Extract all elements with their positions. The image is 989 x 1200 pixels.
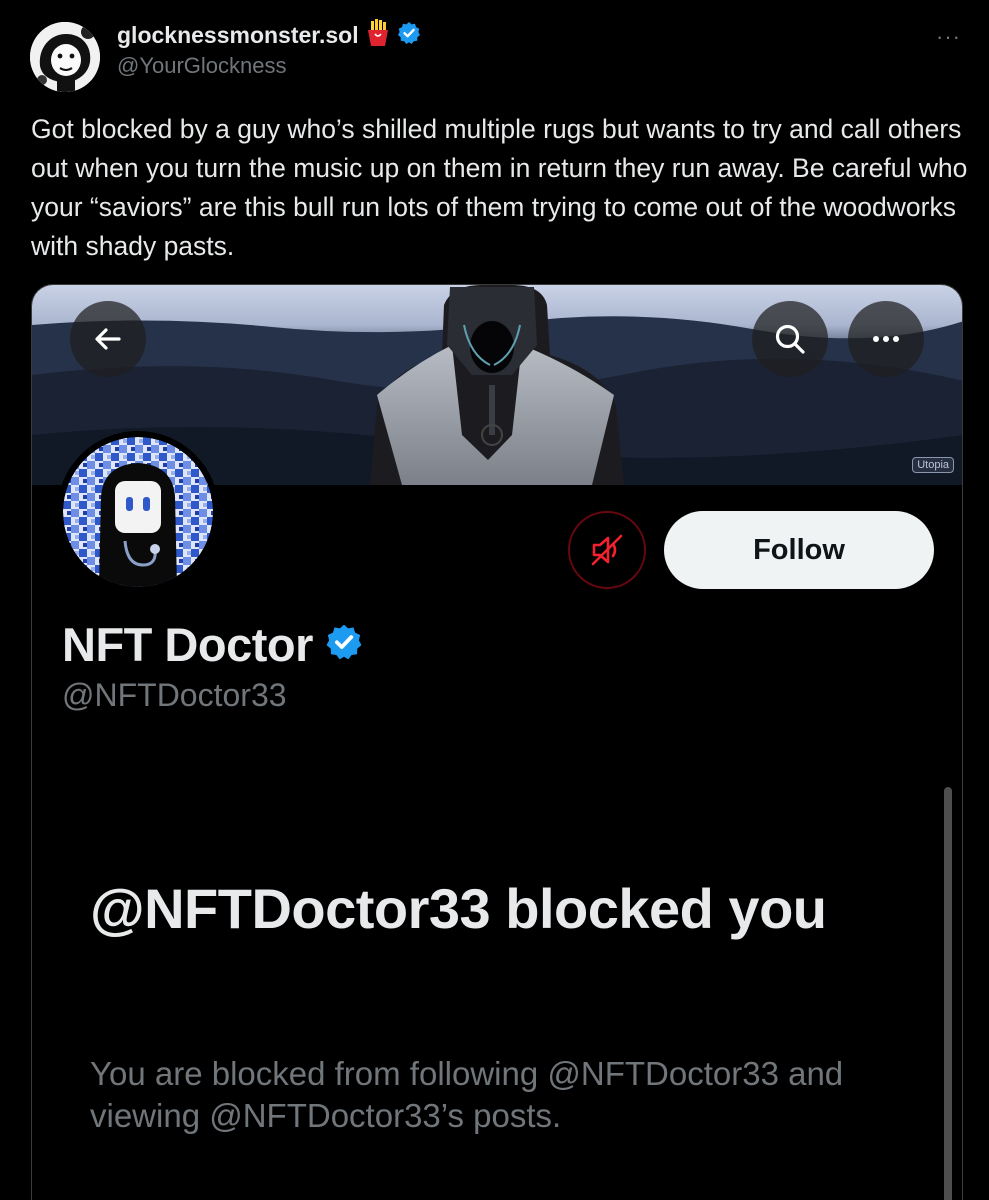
search-button[interactable] [752, 301, 828, 377]
blocked-subtitle: You are blocked from following @NFTDocto… [90, 1055, 844, 1134]
fries-emoji-icon [365, 18, 391, 52]
more-horizontal-icon [873, 336, 899, 342]
search-icon [775, 324, 805, 354]
speaker-muted-icon [591, 534, 623, 566]
profile-name-row: NFT Doctor [62, 613, 363, 675]
blocked-title: @NFTDoctor33 blocked you [90, 877, 827, 940]
arrow-left-icon [95, 328, 121, 350]
banner-watermark: Utopia [912, 457, 954, 473]
back-button[interactable] [70, 301, 146, 377]
more-options-button[interactable]: ··· [936, 24, 961, 50]
author-name[interactable]: glocknessmonster.sol [117, 22, 359, 49]
tweet-text: Got blocked by a guy who’s shilled multi… [31, 114, 968, 261]
attached-image[interactable]: Utopia Follow NFT Doctor @NFTDoctor33 @N… [31, 284, 963, 1200]
author-name-row[interactable]: glocknessmonster.sol [117, 18, 421, 52]
verified-badge-icon [325, 623, 363, 666]
unmute-button[interactable] [568, 511, 646, 589]
scrollbar-thumb[interactable] [944, 787, 952, 1200]
verified-badge-icon [397, 21, 421, 50]
tweet-view: glocknessmonster.sol @YourGlockness ··· … [0, 0, 989, 1200]
profile-name: NFT Doctor [62, 617, 313, 671]
author-handle[interactable]: @YourGlockness [117, 53, 287, 79]
profile-more-button[interactable] [848, 301, 924, 377]
follow-button[interactable]: Follow [664, 511, 934, 589]
profile-handle: @NFTDoctor33 [62, 677, 287, 713]
profile-avatar[interactable] [57, 431, 219, 593]
author-avatar[interactable] [30, 22, 100, 92]
